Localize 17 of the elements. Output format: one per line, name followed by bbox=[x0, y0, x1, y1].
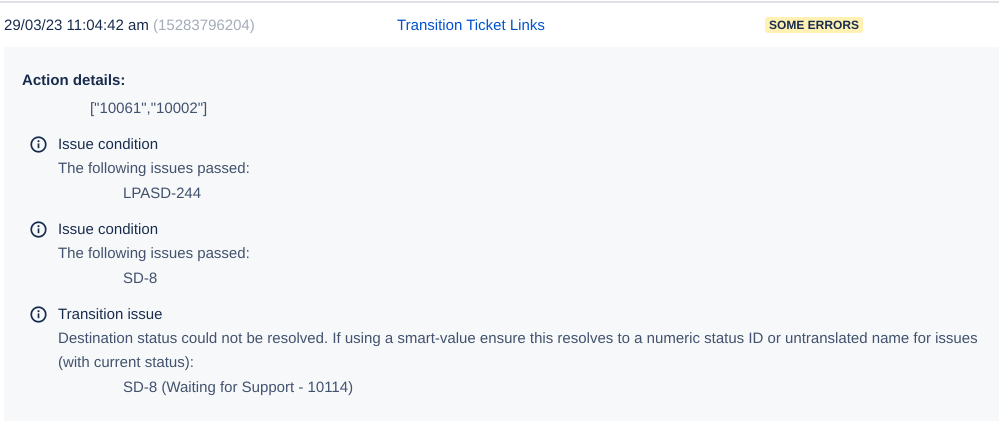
info-icon bbox=[30, 221, 47, 238]
issue-key: SD-8 bbox=[58, 266, 250, 292]
log-message: The following issues passed: bbox=[58, 244, 250, 264]
action-value: ["10061","10002"] bbox=[89, 99, 208, 119]
log-title: Issue condition bbox=[58, 220, 160, 240]
status-badge: SOME ERRORS bbox=[765, 17, 864, 33]
log-message: The following issues passed: bbox=[58, 159, 250, 179]
issue-key: SD-8 (Waiting for Support - 10114) bbox=[58, 375, 981, 401]
info-icon bbox=[30, 306, 47, 323]
log-title: Transition issue bbox=[58, 305, 164, 325]
rule-link[interactable]: Transition Ticket Links bbox=[397, 16, 765, 34]
info-icon bbox=[30, 136, 47, 153]
timestamp: 29/03/23 11:04:42 am (15283796204) bbox=[4, 16, 256, 34]
issue-key: LPASD-244 bbox=[58, 181, 250, 207]
log-message: Destination status could not be resolved. If using a smart-value ensure this resolves to a numeric status ID or untranslated name for issues (with current status): bbox=[58, 329, 979, 373]
log-title: Issue condition bbox=[58, 135, 160, 155]
section-heading: Action details: bbox=[22, 71, 126, 91]
